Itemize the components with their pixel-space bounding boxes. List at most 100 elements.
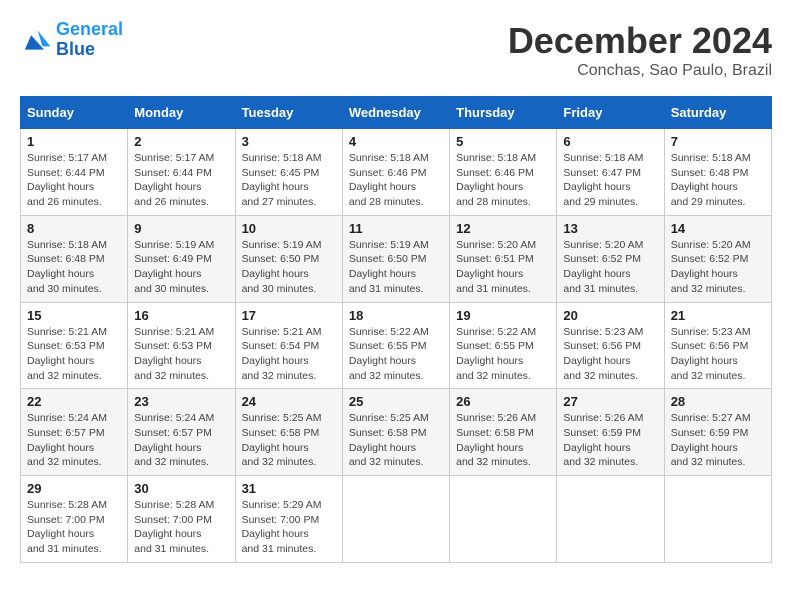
day-info: Sunrise: 5:23 AM Sunset: 6:56 PM Dayligh… (671, 325, 765, 384)
calendar-cell: 22 Sunrise: 5:24 AM Sunset: 6:57 PM Dayl… (21, 389, 128, 476)
weekday-header-friday: Friday (557, 97, 664, 129)
day-info: Sunrise: 5:29 AM Sunset: 7:00 PM Dayligh… (242, 498, 336, 557)
day-number: 1 (27, 134, 121, 149)
day-info: Sunrise: 5:27 AM Sunset: 6:59 PM Dayligh… (671, 411, 765, 470)
calendar-cell: 27 Sunrise: 5:26 AM Sunset: 6:59 PM Dayl… (557, 389, 664, 476)
weekday-header-thursday: Thursday (450, 97, 557, 129)
day-number: 9 (134, 221, 228, 236)
weekday-header-wednesday: Wednesday (342, 97, 449, 129)
day-info: Sunrise: 5:22 AM Sunset: 6:55 PM Dayligh… (456, 325, 550, 384)
day-number: 17 (242, 308, 336, 323)
day-number: 8 (27, 221, 121, 236)
page-header: General Blue December 2024 Conchas, Sao … (20, 20, 772, 80)
calendar-cell: 2 Sunrise: 5:17 AM Sunset: 6:44 PM Dayli… (128, 129, 235, 216)
day-number: 26 (456, 394, 550, 409)
day-number: 21 (671, 308, 765, 323)
day-number: 31 (242, 481, 336, 496)
day-info: Sunrise: 5:25 AM Sunset: 6:58 PM Dayligh… (242, 411, 336, 470)
day-info: Sunrise: 5:18 AM Sunset: 6:46 PM Dayligh… (349, 151, 443, 210)
calendar-cell: 18 Sunrise: 5:22 AM Sunset: 6:55 PM Dayl… (342, 302, 449, 389)
calendar-cell: 3 Sunrise: 5:18 AM Sunset: 6:45 PM Dayli… (235, 129, 342, 216)
day-number: 14 (671, 221, 765, 236)
day-info: Sunrise: 5:24 AM Sunset: 6:57 PM Dayligh… (27, 411, 121, 470)
day-number: 10 (242, 221, 336, 236)
day-number: 25 (349, 394, 443, 409)
calendar-cell: 17 Sunrise: 5:21 AM Sunset: 6:54 PM Dayl… (235, 302, 342, 389)
day-info: Sunrise: 5:19 AM Sunset: 6:49 PM Dayligh… (134, 238, 228, 297)
day-info: Sunrise: 5:21 AM Sunset: 6:54 PM Dayligh… (242, 325, 336, 384)
calendar-cell: 12 Sunrise: 5:20 AM Sunset: 6:51 PM Dayl… (450, 215, 557, 302)
day-info: Sunrise: 5:28 AM Sunset: 7:00 PM Dayligh… (27, 498, 121, 557)
calendar-cell (450, 476, 557, 563)
location: Conchas, Sao Paulo, Brazil (508, 62, 772, 80)
calendar-cell: 9 Sunrise: 5:19 AM Sunset: 6:49 PM Dayli… (128, 215, 235, 302)
day-info: Sunrise: 5:19 AM Sunset: 6:50 PM Dayligh… (242, 238, 336, 297)
calendar-cell: 15 Sunrise: 5:21 AM Sunset: 6:53 PM Dayl… (21, 302, 128, 389)
day-info: Sunrise: 5:26 AM Sunset: 6:59 PM Dayligh… (563, 411, 657, 470)
day-info: Sunrise: 5:23 AM Sunset: 6:56 PM Dayligh… (563, 325, 657, 384)
calendar-cell (664, 476, 771, 563)
calendar-cell: 30 Sunrise: 5:28 AM Sunset: 7:00 PM Dayl… (128, 476, 235, 563)
day-info: Sunrise: 5:20 AM Sunset: 6:51 PM Dayligh… (456, 238, 550, 297)
calendar-cell: 10 Sunrise: 5:19 AM Sunset: 6:50 PM Dayl… (235, 215, 342, 302)
weekday-header-tuesday: Tuesday (235, 97, 342, 129)
calendar-cell: 23 Sunrise: 5:24 AM Sunset: 6:57 PM Dayl… (128, 389, 235, 476)
calendar-cell: 6 Sunrise: 5:18 AM Sunset: 6:47 PM Dayli… (557, 129, 664, 216)
calendar-cell: 21 Sunrise: 5:23 AM Sunset: 6:56 PM Dayl… (664, 302, 771, 389)
calendar-cell (342, 476, 449, 563)
weekday-header-row: SundayMondayTuesdayWednesdayThursdayFrid… (21, 97, 772, 129)
day-info: Sunrise: 5:21 AM Sunset: 6:53 PM Dayligh… (27, 325, 121, 384)
day-number: 15 (27, 308, 121, 323)
day-number: 18 (349, 308, 443, 323)
day-number: 16 (134, 308, 228, 323)
day-info: Sunrise: 5:26 AM Sunset: 6:58 PM Dayligh… (456, 411, 550, 470)
calendar-cell: 8 Sunrise: 5:18 AM Sunset: 6:48 PM Dayli… (21, 215, 128, 302)
calendar-week-4: 22 Sunrise: 5:24 AM Sunset: 6:57 PM Dayl… (21, 389, 772, 476)
calendar-table: SundayMondayTuesdayWednesdayThursdayFrid… (20, 96, 772, 563)
day-number: 23 (134, 394, 228, 409)
calendar-cell: 29 Sunrise: 5:28 AM Sunset: 7:00 PM Dayl… (21, 476, 128, 563)
calendar-cell: 25 Sunrise: 5:25 AM Sunset: 6:58 PM Dayl… (342, 389, 449, 476)
day-info: Sunrise: 5:17 AM Sunset: 6:44 PM Dayligh… (27, 151, 121, 210)
day-info: Sunrise: 5:21 AM Sunset: 6:53 PM Dayligh… (134, 325, 228, 384)
calendar-cell: 24 Sunrise: 5:25 AM Sunset: 6:58 PM Dayl… (235, 389, 342, 476)
day-info: Sunrise: 5:18 AM Sunset: 6:48 PM Dayligh… (27, 238, 121, 297)
calendar-cell: 1 Sunrise: 5:17 AM Sunset: 6:44 PM Dayli… (21, 129, 128, 216)
day-number: 3 (242, 134, 336, 149)
calendar-week-5: 29 Sunrise: 5:28 AM Sunset: 7:00 PM Dayl… (21, 476, 772, 563)
day-info: Sunrise: 5:18 AM Sunset: 6:45 PM Dayligh… (242, 151, 336, 210)
calendar-cell: 16 Sunrise: 5:21 AM Sunset: 6:53 PM Dayl… (128, 302, 235, 389)
calendar-cell: 28 Sunrise: 5:27 AM Sunset: 6:59 PM Dayl… (664, 389, 771, 476)
day-info: Sunrise: 5:20 AM Sunset: 6:52 PM Dayligh… (563, 238, 657, 297)
day-number: 28 (671, 394, 765, 409)
day-info: Sunrise: 5:22 AM Sunset: 6:55 PM Dayligh… (349, 325, 443, 384)
day-number: 2 (134, 134, 228, 149)
day-number: 4 (349, 134, 443, 149)
day-info: Sunrise: 5:24 AM Sunset: 6:57 PM Dayligh… (134, 411, 228, 470)
day-number: 20 (563, 308, 657, 323)
calendar-week-1: 1 Sunrise: 5:17 AM Sunset: 6:44 PM Dayli… (21, 129, 772, 216)
logo: General Blue (20, 20, 123, 60)
day-info: Sunrise: 5:19 AM Sunset: 6:50 PM Dayligh… (349, 238, 443, 297)
weekday-header-monday: Monday (128, 97, 235, 129)
day-info: Sunrise: 5:20 AM Sunset: 6:52 PM Dayligh… (671, 238, 765, 297)
calendar-cell: 19 Sunrise: 5:22 AM Sunset: 6:55 PM Dayl… (450, 302, 557, 389)
title-block: December 2024 Conchas, Sao Paulo, Brazil (508, 20, 772, 80)
day-number: 6 (563, 134, 657, 149)
calendar-cell: 5 Sunrise: 5:18 AM Sunset: 6:46 PM Dayli… (450, 129, 557, 216)
calendar-cell: 20 Sunrise: 5:23 AM Sunset: 6:56 PM Dayl… (557, 302, 664, 389)
day-info: Sunrise: 5:25 AM Sunset: 6:58 PM Dayligh… (349, 411, 443, 470)
calendar-week-2: 8 Sunrise: 5:18 AM Sunset: 6:48 PM Dayli… (21, 215, 772, 302)
day-info: Sunrise: 5:17 AM Sunset: 6:44 PM Dayligh… (134, 151, 228, 210)
day-number: 27 (563, 394, 657, 409)
day-info: Sunrise: 5:18 AM Sunset: 6:47 PM Dayligh… (563, 151, 657, 210)
calendar-week-3: 15 Sunrise: 5:21 AM Sunset: 6:53 PM Dayl… (21, 302, 772, 389)
day-number: 11 (349, 221, 443, 236)
calendar-cell: 14 Sunrise: 5:20 AM Sunset: 6:52 PM Dayl… (664, 215, 771, 302)
calendar-cell: 26 Sunrise: 5:26 AM Sunset: 6:58 PM Dayl… (450, 389, 557, 476)
day-number: 19 (456, 308, 550, 323)
calendar-cell: 31 Sunrise: 5:29 AM Sunset: 7:00 PM Dayl… (235, 476, 342, 563)
day-number: 30 (134, 481, 228, 496)
day-number: 7 (671, 134, 765, 149)
logo-icon (20, 24, 52, 56)
